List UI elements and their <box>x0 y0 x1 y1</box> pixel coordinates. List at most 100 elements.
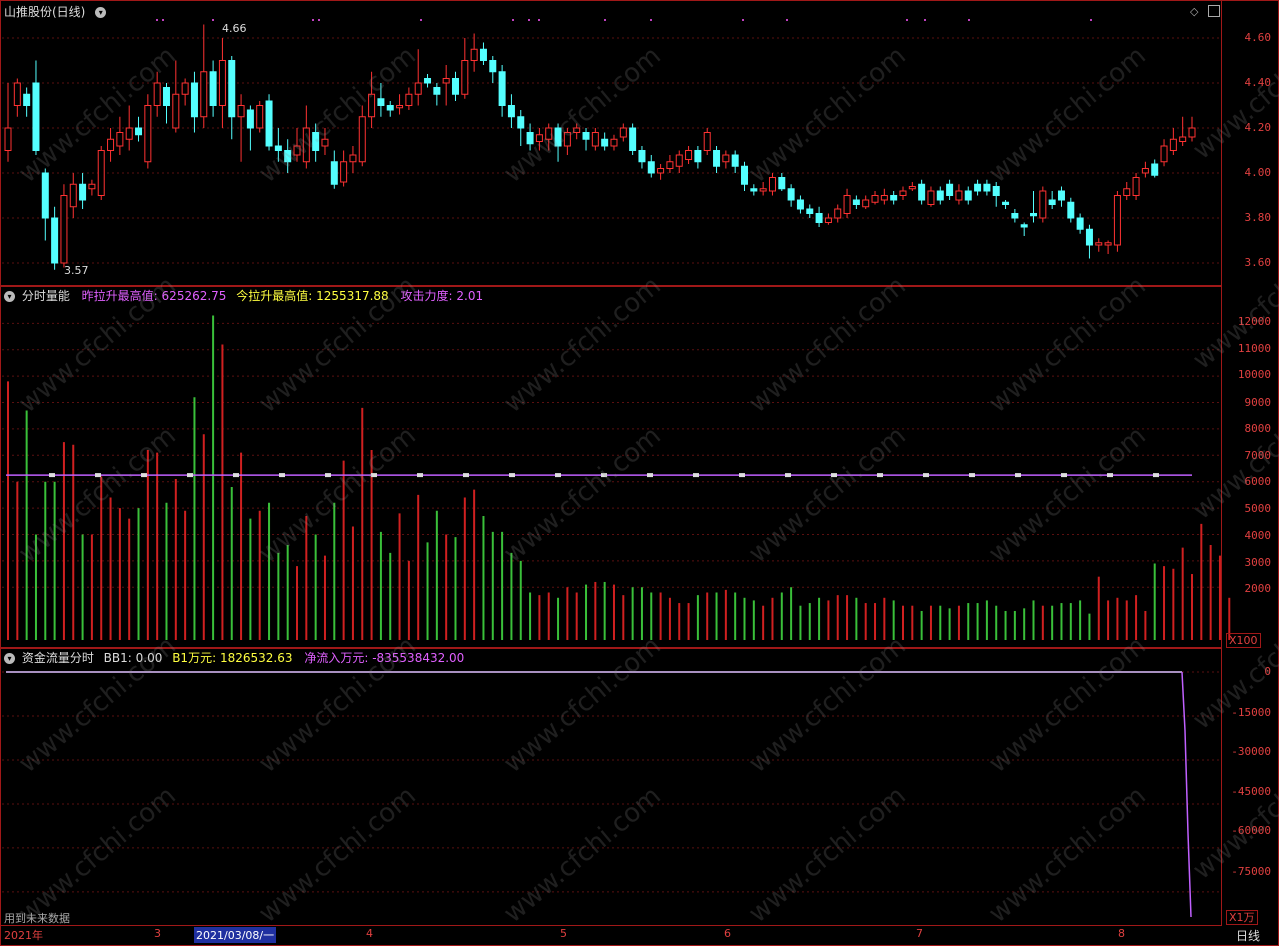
candle-body <box>1188 127 1196 138</box>
signal-dot <box>604 19 606 21</box>
money-tick: -15000 <box>1231 706 1271 719</box>
date-label: 7 <box>916 927 923 940</box>
net-label: 净流入万元: <box>304 651 369 665</box>
candle-body <box>871 195 879 203</box>
signal-dot <box>924 19 926 21</box>
candle-body <box>330 161 338 185</box>
candle-body <box>172 93 180 129</box>
volume-tick: 4000 <box>1244 529 1272 542</box>
candle-body <box>703 132 711 151</box>
candle-body <box>1123 188 1131 196</box>
candle-body <box>880 195 888 201</box>
volume-tick: 6000 <box>1244 475 1272 488</box>
volume-tick: 10000 <box>1237 368 1271 381</box>
volume-tick: 5000 <box>1244 502 1272 515</box>
reference-marker <box>95 473 101 478</box>
reference-marker <box>49 473 55 478</box>
reference-marker <box>831 473 837 478</box>
candle-body <box>51 217 59 264</box>
candle-body <box>144 105 152 163</box>
candle-body <box>424 78 432 84</box>
candle-body <box>1169 138 1177 151</box>
volume-tick: 12000 <box>1237 315 1271 328</box>
candle-body <box>1020 224 1028 228</box>
reference-marker <box>509 473 515 478</box>
chart-canvas[interactable] <box>0 0 1279 946</box>
price-tick: 4.00 <box>1244 166 1272 179</box>
candle-body <box>1151 163 1159 176</box>
signal-dot <box>968 19 970 21</box>
candle-body <box>610 138 618 147</box>
dropdown-icon[interactable]: ▾ <box>95 7 107 18</box>
signal-dot <box>528 19 530 21</box>
candle-body <box>433 87 441 95</box>
candle-body <box>1057 190 1065 201</box>
candle-body <box>796 199 804 210</box>
attack-value: 2.01 <box>456 289 484 303</box>
money-unit: X1万 <box>1226 910 1258 925</box>
candle-body <box>741 165 749 185</box>
candle-body <box>992 186 1000 196</box>
dropdown-icon[interactable]: ▾ <box>4 653 15 664</box>
candle-body <box>396 105 404 109</box>
volume-tick: 3000 <box>1244 556 1272 569</box>
candle-body <box>479 48 487 61</box>
candle-body <box>778 177 786 190</box>
reference-marker <box>647 473 653 478</box>
date-label: 2021年 <box>4 929 43 942</box>
dropdown-icon[interactable]: ▾ <box>4 291 15 302</box>
candle-body <box>1002 201 1010 205</box>
candle-body <box>368 93 376 118</box>
reference-marker <box>1107 473 1113 478</box>
candle-body <box>582 132 590 140</box>
candle-body <box>97 150 105 196</box>
candle-body <box>4 127 12 151</box>
candle-body <box>890 195 898 201</box>
candle-body <box>162 87 170 106</box>
signal-dot <box>650 19 652 21</box>
reference-marker <box>417 473 423 478</box>
candle-body <box>852 199 860 205</box>
candle-body <box>358 116 366 163</box>
candle-body <box>1030 213 1038 217</box>
candle-body <box>806 208 814 214</box>
date-cursor-label[interactable]: 2021/03/08/一 <box>194 927 277 943</box>
candle-body <box>470 48 478 61</box>
candle-body <box>974 183 982 192</box>
candle-body <box>88 183 96 190</box>
reference-marker <box>141 473 147 478</box>
candle-body <box>955 190 963 201</box>
candle-body <box>1085 228 1093 246</box>
candle-body <box>312 132 320 151</box>
diamond-icon[interactable]: ◇ <box>1190 5 1198 18</box>
candle-body <box>685 150 693 160</box>
signal-dot <box>538 19 540 21</box>
high-price-label: 4.66 <box>222 22 247 35</box>
window-restore-icon[interactable] <box>1208 5 1220 17</box>
period-label[interactable]: 日线 <box>1236 927 1260 944</box>
candle-body <box>60 195 68 264</box>
money-panel-title: 资金流量分时 <box>21 651 94 665</box>
candle-body <box>246 109 254 129</box>
candle-body <box>153 82 161 106</box>
candle-body <box>69 183 77 208</box>
reference-marker <box>233 473 239 478</box>
candle-body <box>554 127 562 147</box>
candle-body <box>405 93 413 106</box>
reference-marker <box>601 473 607 478</box>
candle-body <box>1048 199 1056 205</box>
candle-body <box>107 138 115 151</box>
candle-body <box>983 183 991 192</box>
candle-body <box>200 71 208 118</box>
date-label: 4 <box>366 927 373 940</box>
candle-body <box>265 100 273 147</box>
candle-body <box>573 127 581 133</box>
today-value: 1255317.88 <box>316 289 389 303</box>
price-tick: 4.60 <box>1244 31 1272 44</box>
candle-body <box>135 127 143 136</box>
candle-body <box>666 161 674 169</box>
reference-marker <box>555 473 561 478</box>
candle-body <box>815 213 823 223</box>
candle-body <box>1095 242 1103 246</box>
date-label: 5 <box>560 927 567 940</box>
